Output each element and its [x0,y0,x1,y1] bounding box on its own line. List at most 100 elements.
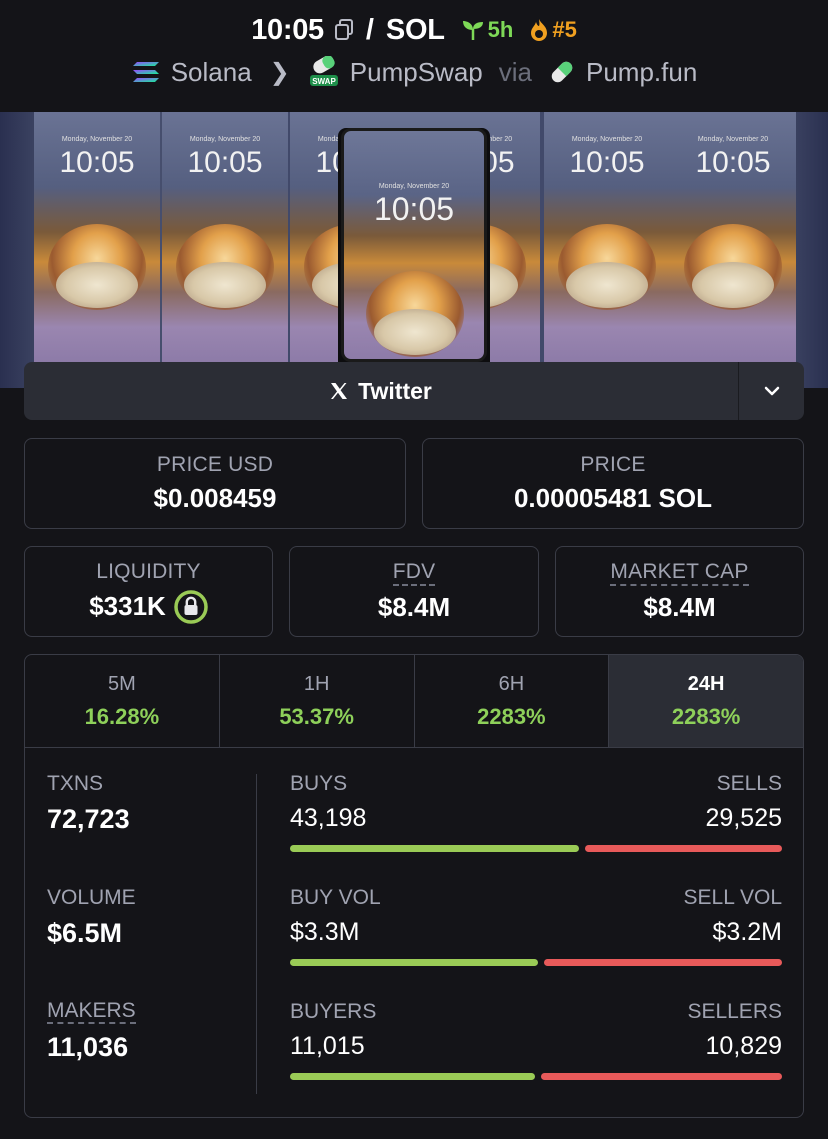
svg-text:SWAP: SWAP [312,77,336,86]
tab-6h[interactable]: 6H 2283% [415,655,610,747]
buys-label: BUYS [290,772,348,795]
chain-link[interactable]: Solana [171,57,252,88]
buy-bar [290,845,580,852]
dex-link[interactable]: PumpSwap [350,57,483,88]
wallpaper-phone-preview: Monday, November 20 10:05 [341,128,487,362]
volume-ratio-bar [290,959,782,966]
price-usd-card: PRICE USD $0.008459 [24,438,406,529]
pair-age: 5h [461,17,514,43]
tab-label: 6H [498,672,525,695]
wallpaper-thumbnail: Monday, November 20 10:05 [544,112,670,362]
sell-vol-label: SELL VOL [683,886,782,909]
wallpaper-date: Monday, November 20 [571,136,643,143]
makers-stat: MAKERS 11,036 [47,1000,136,1063]
pumpswap-logo-icon: SWAP [309,56,338,86]
wallpaper-thumbnail: Monday, November 20 10:05 [162,112,288,362]
timeframe-tabs: 5M 16.28% 1H 53.37% 6H 2283% 24H 2283% [25,655,803,748]
price-native-card: PRICE 0.00005481 SOL [422,438,804,529]
sells-value: 29,525 [705,804,782,832]
tab-24h[interactable]: 24H 2283% [609,655,803,747]
wallpaper-clock: 10:05 [59,146,135,179]
sell-vol-bar [543,959,782,966]
price-native-label: PRICE [580,453,646,476]
sell-vol-value: $3.2M [712,918,782,946]
buyers-ratio-bar [290,1073,782,1080]
chevron-right-icon: ❯ [269,58,290,86]
wallpaper-date: Monday, November 20 [61,136,133,143]
pair-header: 10:05 / SOL 5h #5 Solana ❯ SWAP PumpSwap… [0,0,828,112]
twitter-button[interactable]: Twitter [24,362,738,420]
rank-text: #5 [552,17,577,42]
pair-symbol: 10:05 [251,13,324,46]
buys-sells-ratio-bar [290,845,782,852]
pill-icon [551,61,573,83]
fdv-value: $8.4M [377,591,451,622]
launchpad-link[interactable]: Pump.fun [586,57,697,88]
breadcrumb: Solana ❯ SWAP PumpSwap via Pump.fun [0,52,828,92]
volume-stat: VOLUME $6.5M [47,886,136,949]
txns-stat: TXNS 72,723 [47,772,130,835]
timeframe-stats-panel: 5M 16.28% 1H 53.37% 6H 2283% 24H 2283% T… [24,654,804,1118]
price-usd-label: PRICE USD [156,453,274,476]
wallpaper-thumbnail: Monday, November 20 10:05 [34,112,160,362]
tab-1h[interactable]: 1H 53.37% [220,655,415,747]
buys-sells-stat: BUYS SELLS 43,198 29,525 [290,772,782,852]
buyers-label: BUYERS [290,1000,377,1023]
token-banner-image: Monday, November 20 10:05 Monday, Novemb… [0,112,828,388]
tab-change: 16.28% [84,703,160,729]
quote-symbol: SOL [385,13,445,46]
sell-bar [585,845,782,852]
market-cap-label[interactable]: MARKET CAP [610,560,749,586]
tab-label: 24H [687,672,725,695]
buy-vol-value: $3.3M [290,918,360,946]
rocket-engines [56,262,138,308]
via-text: via [498,56,532,87]
fdv-label[interactable]: FDV [392,560,436,586]
wallpaper-date: Monday, November 20 [378,183,450,190]
wallpaper-date: Monday, November 20 [189,136,261,143]
buys-value: 43,198 [290,804,367,832]
age-text: 5h [487,17,514,42]
rocket-engines [566,262,648,308]
liquidity-value-row: $331K [89,589,208,624]
wallpaper-thumbnail: Monday, November 20 10:05 [670,112,796,362]
stats-divider [256,774,257,1094]
txns-label: TXNS [47,772,104,795]
twitter-label: Twitter [358,377,432,404]
socials-dropdown-button[interactable] [738,362,804,420]
buyers-sellers-stat: BUYERS SELLERS 11,015 10,829 [290,1000,782,1080]
fdv-card: FDV $8.4M [289,546,539,637]
sellers-label: SELLERS [687,1000,782,1023]
buy-vol-label: BUY VOL [290,886,381,909]
tab-5m[interactable]: 5M 16.28% [25,655,220,747]
liquidity-label: LIQUIDITY [96,559,201,583]
tab-label: 5M [107,672,136,695]
liquidity-value: $331K [89,591,166,621]
tab-change: 2283% [671,703,741,729]
trending-rank[interactable]: #5 [529,17,577,43]
lock-icon[interactable] [174,589,208,624]
tab-label: 1H [303,672,330,695]
x-logo-icon [331,383,348,399]
wallpaper-clock: 10:05 [569,146,645,179]
tab-change: 53.37% [279,703,354,729]
buyers-value: 11,015 [290,1032,365,1060]
rocket-engines [184,262,266,308]
volume-label: VOLUME [47,886,136,909]
sellers-bar [540,1073,782,1080]
rocket-engines [374,309,456,355]
flame-icon [531,19,548,41]
wallpaper-clock: 10:05 [373,191,455,227]
rocket-engines [692,262,774,308]
socials-bar: Twitter [24,362,804,420]
txns-value: 72,723 [47,804,130,834]
buyers-bar [290,1073,535,1080]
market-cap-card: MARKET CAP $8.4M [555,546,804,637]
makers-label[interactable]: MAKERS [47,1000,136,1024]
volume-split-stat: BUY VOL SELL VOL $3.3M $3.2M [290,886,782,966]
liquidity-card: LIQUIDITY $331K [24,546,273,637]
price-usd-value: $0.008459 [153,483,277,513]
copy-icon[interactable] [334,19,354,41]
volume-value: $6.5M [47,918,123,948]
solana-logo-icon [132,62,159,82]
